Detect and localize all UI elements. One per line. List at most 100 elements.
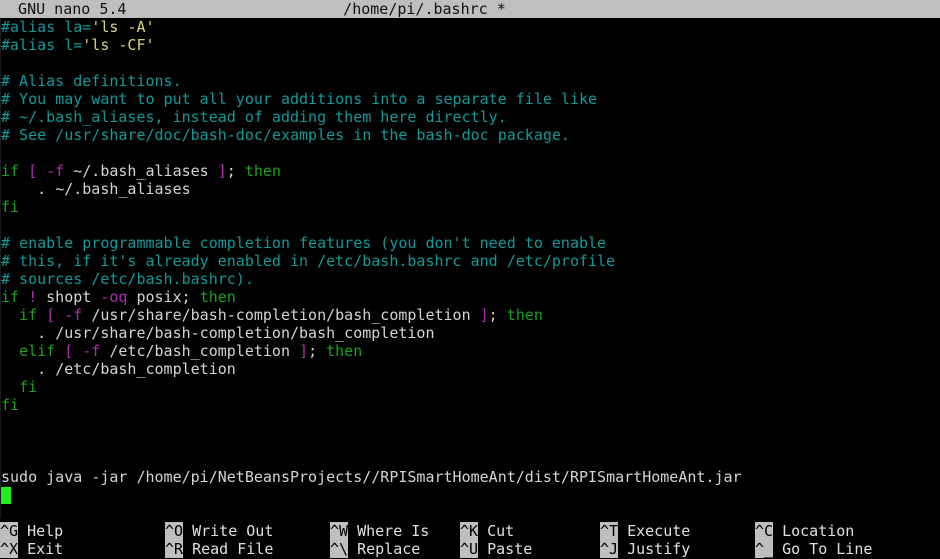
shortcut-label: Replace	[348, 540, 421, 558]
code-text: .	[37, 324, 47, 342]
shortcut-item[interactable]: ^W Where Is	[330, 522, 460, 540]
shortcut-key: ^R	[165, 540, 184, 558]
shortcut-item[interactable]: ^_ Go To Line	[755, 540, 940, 558]
code-text: -jar	[91, 468, 128, 486]
titlebar: GNU nano 5.4 /home/pi/.bashrc *	[0, 0, 940, 18]
editor-line[interactable]: # enable programmable completion feature…	[0, 234, 940, 252]
code-keyword: if	[1, 162, 20, 180]
code-text: sudo	[1, 468, 38, 486]
editor-line[interactable]: if [ -f /usr/share/bash-completion/bash_…	[0, 306, 940, 324]
code-comment: #alias l=	[1, 36, 83, 54]
shortcut-label: Execute	[618, 522, 691, 540]
code-flag: -f	[46, 162, 65, 180]
shortcut-label: Paste	[478, 540, 533, 558]
editor-line[interactable]: #alias la='ls -A'	[0, 18, 940, 36]
editor-line[interactable]	[0, 432, 940, 450]
shortcut-label: Help	[18, 522, 64, 540]
editor-line[interactable]	[0, 414, 940, 432]
shortcut-help-bar: ^G Help ^O Write Out ^W Where Is ^K Cut ^T E…	[0, 518, 940, 559]
editor-line[interactable]: # ~/.bash_aliases, instead of adding the…	[0, 108, 940, 126]
code-keyword: if	[1, 288, 20, 306]
editor-line[interactable]: # sources /etc/bash.bashrc).	[0, 270, 940, 288]
editor-line[interactable]	[0, 216, 940, 234]
code-text: ;	[308, 342, 318, 360]
editor-line[interactable]: # See /usr/share/doc/bash-doc/examples i…	[0, 126, 940, 144]
code-text: ~/.bash_aliases	[73, 162, 209, 180]
code-text: .	[37, 180, 47, 198]
shortcut-row-2: ^X Exit ^R Read File ^\ Replace ^U Paste ^J …	[0, 540, 940, 558]
code-text: /usr/share/bash-completion/bash_completi…	[91, 306, 471, 324]
shortcut-label: Exit	[18, 540, 64, 558]
editor-line[interactable]: fi	[0, 396, 940, 414]
editor-line[interactable]: # You may want to put all your additions…	[0, 90, 940, 108]
shortcut-label: Write Out	[183, 522, 274, 540]
editor-text-area[interactable]: #alias la='ls -A' #alias l='ls -CF' # Ali…	[0, 18, 940, 518]
code-text: ;	[226, 162, 236, 180]
code-keyword: elif	[19, 342, 56, 360]
editor-line[interactable]: if [ -f ~/.bash_aliases ]; then	[0, 162, 940, 180]
shortcut-item[interactable]: ^R Read File	[165, 540, 330, 558]
code-text: shopt	[46, 288, 92, 306]
code-comment: # ~/.bash_aliases, instead of adding the…	[1, 108, 507, 126]
code-operator: ]	[479, 306, 489, 324]
editor-line[interactable]	[0, 144, 940, 162]
code-comment: # enable programmable completion feature…	[1, 234, 607, 252]
nano-editor-window: GNU nano 5.4 /home/pi/.bashrc * #alias l…	[0, 0, 940, 559]
code-comment: # Alias definitions.	[1, 72, 182, 90]
editor-line[interactable]: . /etc/bash_completion	[0, 360, 940, 378]
editor-line[interactable]: #alias l='ls -CF'	[0, 36, 940, 54]
code-text: .	[37, 360, 47, 378]
editor-line[interactable]: # this, if it's already enabled in /etc/…	[0, 252, 940, 270]
editor-line[interactable]: fi	[0, 198, 940, 216]
code-comment: # See /usr/share/doc/bash-doc/examples i…	[1, 126, 570, 144]
code-text: /usr/share/bash-completion/bash_completi…	[55, 324, 435, 342]
code-keyword: fi	[1, 396, 20, 414]
shortcut-key: ^C	[755, 522, 774, 540]
shortcut-item[interactable]: ^G Help	[0, 522, 165, 540]
code-text: /etc/bash_completion	[109, 342, 290, 360]
shortcut-item[interactable]: ^X Exit	[0, 540, 165, 558]
editor-line[interactable]: # Alias definitions.	[0, 72, 940, 90]
code-text: ;	[488, 306, 498, 324]
code-operator: ]	[217, 162, 227, 180]
code-keyword: fi	[1, 198, 20, 216]
code-string: 'ls -CF'	[82, 36, 155, 54]
code-comment: # You may want to put all your additions…	[1, 90, 598, 108]
editor-line[interactable]: elif [ -f /etc/bash_completion ]; then	[0, 342, 940, 360]
code-flag: -f	[64, 306, 83, 324]
code-text: /etc/bash_completion	[55, 360, 236, 378]
shortcut-item[interactable]: ^K Cut	[460, 522, 600, 540]
code-operator: [	[28, 162, 38, 180]
code-keyword: then	[199, 288, 236, 306]
editor-line[interactable]: if ! shopt -oq posix; then	[0, 288, 940, 306]
shortcut-item[interactable]: ^\ Replace	[330, 540, 460, 558]
code-operator: [	[46, 306, 56, 324]
shortcut-item[interactable]: ^J Justify	[600, 540, 755, 558]
shortcut-item[interactable]: ^T Execute	[600, 522, 755, 540]
editor-line[interactable]: . /usr/share/bash-completion/bash_comple…	[0, 324, 940, 342]
shortcut-item[interactable]: ^C Location	[755, 522, 940, 540]
shortcut-row-1: ^G Help ^O Write Out ^W Where Is ^K Cut ^T E…	[0, 518, 940, 540]
code-comment: #alias la=	[1, 18, 92, 36]
shortcut-label: Read File	[183, 540, 274, 558]
code-keyword: fi	[19, 378, 38, 396]
code-text: ;	[181, 288, 191, 306]
code-operator: [	[64, 342, 74, 360]
editor-line[interactable]: sudo java -jar /home/pi/NetBeansProjects…	[0, 468, 940, 486]
editor-line[interactable]: . ~/.bash_aliases	[0, 180, 940, 198]
shortcut-label: Go To Line	[773, 540, 873, 558]
editor-line[interactable]	[0, 54, 940, 72]
editor-line[interactable]: fi	[0, 378, 940, 396]
code-keyword: then	[244, 162, 281, 180]
code-text: ~/.bash_aliases	[55, 180, 191, 198]
editor-line[interactable]	[0, 486, 940, 504]
shortcut-item[interactable]: ^U Paste	[460, 540, 600, 558]
shortcut-key: ^X	[0, 540, 19, 558]
shortcut-label: Cut	[478, 522, 515, 540]
editor-line[interactable]	[0, 450, 940, 468]
shortcut-key: ^W	[330, 522, 349, 540]
code-keyword: if	[19, 306, 38, 324]
shortcut-item[interactable]: ^O Write Out	[165, 522, 330, 540]
shortcut-key: ^T	[600, 522, 619, 540]
titlebar-text: GNU nano 5.4 /home/pi/.bashrc *	[0, 0, 849, 18]
